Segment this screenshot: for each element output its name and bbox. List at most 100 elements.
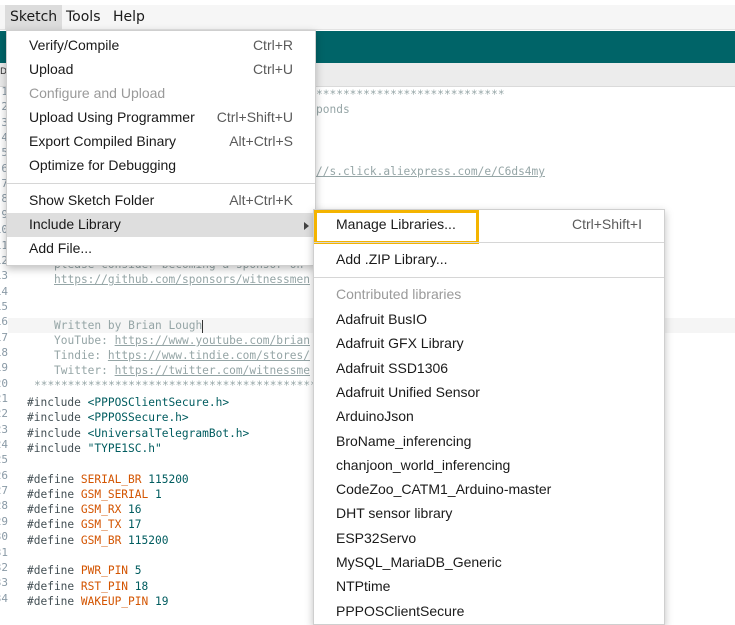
written-by-line: Written by Brian Lough xyxy=(54,318,204,333)
library-item[interactable]: PPPOSClientSecure xyxy=(314,600,664,624)
menu-item-verify-compile[interactable]: Verify/Compile Ctrl+R xyxy=(7,34,315,58)
line-number: 30 xyxy=(0,530,8,544)
library-item-label: ESP32Servo xyxy=(336,529,417,546)
define-keyword: #define xyxy=(27,533,81,547)
library-item-label: Adafruit Unified Sensor xyxy=(336,383,480,400)
menu-bar: Sketch Tools Help xyxy=(0,5,735,30)
menu-sketch[interactable]: Sketch xyxy=(5,5,63,30)
library-item-label: PPPOSClientSecure xyxy=(336,602,465,619)
twitter-line: Twitter: https://twitter.com/witnessme xyxy=(54,363,310,378)
library-item[interactable]: DHT sensor library xyxy=(314,502,664,526)
written-by-text: Written by Brian Lough xyxy=(54,319,203,332)
youtube-label: YouTube: xyxy=(54,334,115,347)
library-item-label: MySQL_MariaDB_Generic xyxy=(336,554,502,570)
line-number: 16 xyxy=(0,315,8,329)
menu-item-label: Upload Using Programmer xyxy=(29,109,195,125)
library-item[interactable]: BroName_inferencing xyxy=(314,430,664,454)
line-number: 15 xyxy=(0,299,8,313)
library-item[interactable]: Adafruit Unified Sensor xyxy=(314,381,664,405)
line-number: 27 xyxy=(0,484,8,498)
library-item[interactable]: ESP32Servo xyxy=(314,527,664,551)
define-keyword: #define xyxy=(27,594,81,608)
submenu-item-shortcut: Ctrl+Shift+I xyxy=(571,216,642,232)
line-number: 28 xyxy=(0,499,8,513)
menu-separator xyxy=(7,183,315,184)
library-item-label: Adafruit BusIO xyxy=(336,311,428,327)
submenu-section-header: Contributed libraries xyxy=(314,283,664,307)
menu-item-shortcut: Alt+Ctrl+K xyxy=(229,192,293,208)
define-name: GSM_TX xyxy=(80,518,129,532)
include-line: #include "TYPE1SC.h" xyxy=(27,441,162,456)
include-line: #include <UniversalTelegramBot.h> xyxy=(27,426,249,441)
comment-stars-top: **************************** xyxy=(316,88,505,101)
menu-item-label: Include Library xyxy=(29,216,121,232)
menu-help[interactable]: Help xyxy=(108,5,150,30)
submenu-arrow-icon xyxy=(304,222,309,230)
line-number: 33 xyxy=(0,576,8,590)
library-item[interactable]: NTPtime xyxy=(314,575,664,599)
aliexpress-link[interactable]: //s.click.aliexpress.com/e/C6ds4my xyxy=(316,164,545,179)
library-item-label: ArduinoJson xyxy=(336,408,414,425)
menu-item-upload[interactable]: Upload Ctrl+U xyxy=(7,58,315,82)
menu-item-show-sketch-folder[interactable]: Show Sketch Folder Alt+Ctrl+K xyxy=(7,189,315,213)
define-line: #define GSM_SERIAL 1 xyxy=(27,487,162,502)
library-item-label: Adafruit GFX Library xyxy=(336,335,464,352)
menu-item-shortcut: Ctrl+Shift+U xyxy=(216,109,293,125)
define-name: SERIAL_BR xyxy=(80,472,149,486)
menu-item-add-file[interactable]: Add File... xyxy=(7,237,315,261)
comment-stars-bottom: ****************************************… xyxy=(34,379,317,392)
line-number: 31 xyxy=(0,545,8,559)
line-number: 17 xyxy=(0,330,8,344)
menu-tools[interactable]: Tools xyxy=(61,5,106,30)
youtube-line: YouTube: https://www.youtube.com/brian xyxy=(54,333,310,348)
menu-item-upload-programmer[interactable]: Upload Using Programmer Ctrl+Shift+U xyxy=(7,106,315,130)
define-line: #define PWR_PIN 5 xyxy=(27,563,142,578)
menu-item-label: Upload xyxy=(29,61,74,77)
line-number: 23 xyxy=(0,422,8,436)
menu-item-label: Show Sketch Folder xyxy=(29,192,155,208)
line-number: 14 xyxy=(0,284,8,298)
library-item-label: NTPtime xyxy=(336,578,391,595)
define-value: 17 xyxy=(128,518,142,532)
menu-item-export-binary[interactable]: Export Compiled Binary Alt+Ctrl+S xyxy=(7,130,315,154)
define-line: #define SERIAL_BR 115200 xyxy=(27,472,189,487)
github-sponsor-link[interactable]: https://github.com/sponsors/witnessmen xyxy=(54,272,310,287)
library-item[interactable]: Adafruit SSD1306 xyxy=(314,357,664,381)
include-keyword: #include xyxy=(27,396,88,409)
twitter-link[interactable]: https://twitter.com/witnessme xyxy=(115,364,310,377)
include-line: #include <PPPOSClientSecure.h> xyxy=(27,395,229,410)
line-number: 24 xyxy=(0,438,8,452)
menu-item-optimize-debug[interactable]: Optimize for Debugging xyxy=(7,154,315,178)
define-name: PWR_PIN xyxy=(80,564,135,578)
library-item[interactable]: chanjoon_world_inferencing xyxy=(314,454,664,478)
menu-item-label: Export Compiled Binary xyxy=(29,133,177,149)
line-number: 34 xyxy=(0,591,8,605)
define-keyword: #define xyxy=(27,579,81,593)
submenu-item-add-zip[interactable]: Add .ZIP Library... xyxy=(314,248,664,272)
line-number: 26 xyxy=(0,468,8,482)
include-file: <PPPOSSecure.h> xyxy=(87,411,189,425)
menu-item-include-library[interactable]: Include Library xyxy=(7,213,315,237)
twitter-label: Twitter: xyxy=(54,364,115,377)
library-item-label: chanjoon_world_inferencing xyxy=(336,456,511,473)
tindie-link[interactable]: https://www.tindie.com/stores/ xyxy=(108,349,310,362)
library-item-label: BroName_inferencing xyxy=(336,432,472,449)
youtube-link[interactable]: https://www.youtube.com/brian xyxy=(115,334,310,347)
menu-item-shortcut: Ctrl+U xyxy=(252,61,293,77)
library-item[interactable]: MySQL_MariaDB_Generic xyxy=(314,551,664,575)
tindie-label: Tindie: xyxy=(54,349,108,362)
define-name: GSM_SERIAL xyxy=(80,487,155,501)
define-name: GSM_RX xyxy=(80,503,129,517)
library-item[interactable]: Adafruit GFX Library xyxy=(314,332,664,356)
line-number: 20 xyxy=(0,376,8,390)
include-keyword: #include xyxy=(27,426,88,440)
define-keyword: #define xyxy=(27,472,81,486)
library-item[interactable]: CodeZoo_CATM1_Arduino-master xyxy=(314,478,664,502)
line-number: 25 xyxy=(0,453,8,467)
define-value: 1 xyxy=(154,487,162,501)
include-file: <UniversalTelegramBot.h> xyxy=(87,426,250,440)
define-line: #define WAKEUP_PIN 19 xyxy=(27,594,168,609)
library-item[interactable]: ArduinoJson xyxy=(314,405,664,429)
comment-fragment: ponds xyxy=(316,103,350,116)
library-item[interactable]: Adafruit BusIO xyxy=(314,308,664,332)
